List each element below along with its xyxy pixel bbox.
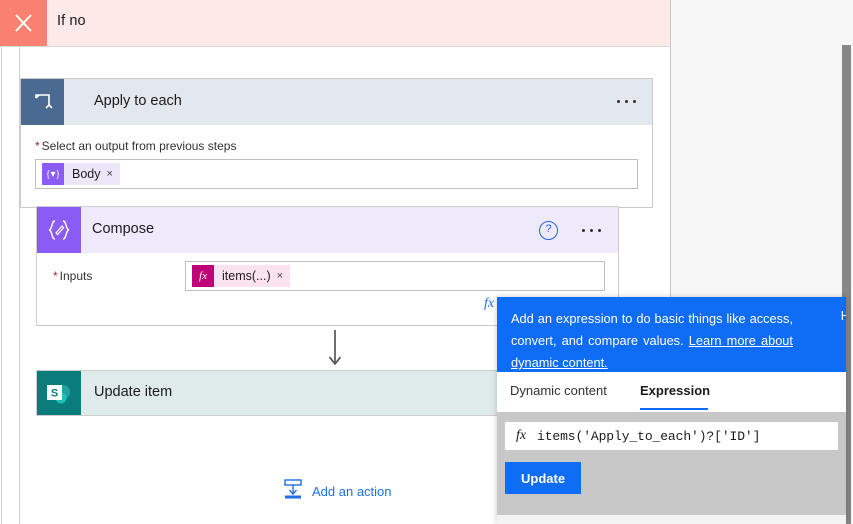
connector-rail-outer	[1, 47, 2, 524]
hide-banner-button[interactable]: H	[841, 308, 846, 323]
token-remove-icon[interactable]: ×	[276, 270, 290, 282]
apply-to-each-card[interactable]: Apply to each * Select an output from pre…	[20, 78, 653, 208]
token-label: Body	[72, 167, 101, 181]
fx-icon-partial: fx	[484, 296, 495, 311]
connector-arrow-icon	[328, 330, 342, 370]
close-x-icon[interactable]	[0, 0, 47, 46]
select-output-input[interactable]: {▾} Body ×	[35, 159, 638, 189]
compose-title: Compose	[92, 221, 155, 237]
insert-below-icon	[282, 478, 304, 505]
compose-ellipsis-icon[interactable]	[582, 229, 601, 232]
flyout-tab-bar: Dynamic content Expression	[497, 372, 846, 412]
update-item-title: Update item	[94, 384, 173, 400]
compose-braces-icon	[37, 207, 81, 253]
required-asterisk: *	[53, 269, 58, 283]
sharepoint-icon: S	[37, 371, 81, 415]
fx-icon: fx	[515, 428, 527, 443]
dynamic-content-token[interactable]: {▾} Body ×	[42, 163, 120, 185]
expression-input[interactable]: fx items('Apply_to_each')?['ID']	[505, 422, 838, 450]
question-circle-icon[interactable]: ?	[539, 221, 558, 240]
compose-inputs-input[interactable]: fx items(...) ×	[185, 261, 605, 291]
flyout-banner-text: Add an expression to do basic things lik…	[511, 308, 793, 374]
token-remove-icon[interactable]: ×	[106, 168, 120, 180]
expression-flyout-panel[interactable]: Add an expression to do basic things lik…	[497, 297, 846, 524]
dynamic-content-icon: {▾}	[42, 163, 64, 185]
svg-text:S: S	[51, 388, 58, 400]
app-root: If no Apply to each * Select an output f…	[0, 0, 853, 524]
select-output-label: * Select an output from previous steps	[35, 139, 638, 153]
compose-inputs-label: * Inputs	[53, 269, 92, 283]
apply-to-each-ellipsis-icon[interactable]	[617, 100, 636, 103]
required-asterisk: *	[35, 139, 40, 153]
loop-repeat-icon	[21, 79, 64, 125]
if-no-title: If no	[57, 13, 86, 29]
apply-to-each-title: Apply to each	[94, 93, 182, 109]
fx-expression-token[interactable]: fx items(...) ×	[192, 265, 291, 287]
if-no-branch-header: If no	[0, 0, 670, 47]
tab-dynamic-content[interactable]: Dynamic content	[510, 383, 607, 398]
expression-value: items('Apply_to_each')?['ID']	[537, 428, 761, 444]
add-an-action-label: Add an action	[312, 484, 392, 499]
flyout-footer	[497, 515, 846, 524]
tab-expression[interactable]: Expression	[640, 383, 710, 398]
token-label: items(...)	[222, 269, 271, 283]
tab-selected-indicator	[640, 408, 708, 410]
compose-inputs-label-text: Inputs	[59, 269, 93, 283]
select-output-label-text: Select an output from previous steps	[41, 139, 237, 153]
flyout-editor-area: fx items('Apply_to_each')?['ID'] Update	[497, 412, 846, 524]
update-button[interactable]: Update	[505, 462, 582, 494]
apply-to-each-header[interactable]: Apply to each	[21, 79, 652, 125]
flyout-info-banner: Add an expression to do basic things lik…	[497, 297, 846, 372]
add-an-action-button[interactable]: Add an action	[282, 478, 392, 505]
fx-expression-icon: fx	[192, 265, 214, 287]
apply-to-each-body: * Select an output from previous steps {▾…	[21, 125, 652, 207]
compose-header[interactable]: Compose ?	[37, 207, 618, 253]
